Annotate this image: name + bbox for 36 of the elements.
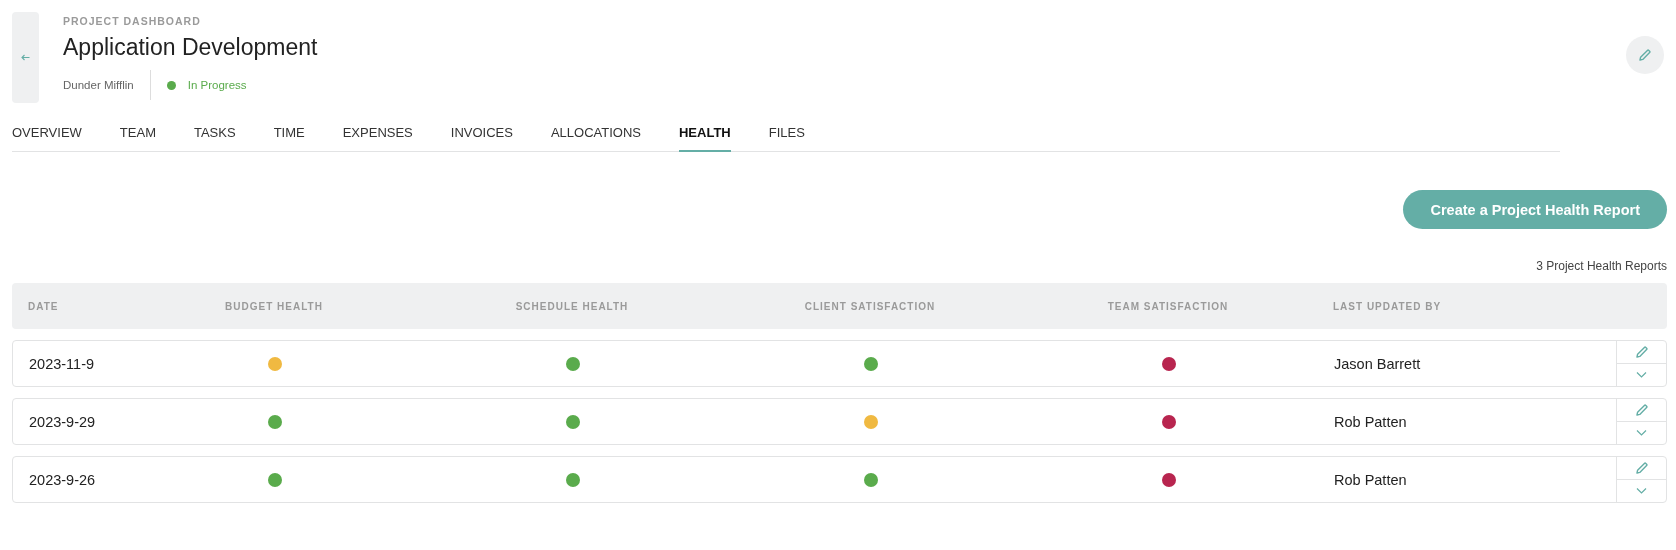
- back-button[interactable]: [12, 12, 39, 103]
- pencil-icon: [1639, 49, 1651, 61]
- chevron-down-icon: [1636, 488, 1647, 494]
- tab[interactable]: FILES: [768, 125, 805, 152]
- column-header: CLIENT SATISFACTION: [803, 300, 937, 312]
- arrow-left-icon: [21, 54, 30, 61]
- pencil-icon: [1635, 404, 1648, 416]
- date-cell-text: 2023-9-29: [28, 413, 97, 430]
- column-header: TEAM SATISFACTION: [1106, 300, 1230, 312]
- tab[interactable]: OVERVIEW: [12, 125, 82, 152]
- tab[interactable]: TEAM: [119, 125, 156, 152]
- page-eyebrow: PROJECT DASHBOARD: [63, 15, 202, 27]
- tab[interactable]: ALLOCATIONS: [550, 125, 641, 152]
- updated-by-cell-text: Rob Patten: [1333, 471, 1408, 488]
- column-header: DATE: [27, 300, 60, 312]
- pencil-icon: [1635, 462, 1648, 474]
- date-cell-text: 2023-11-9: [28, 355, 96, 372]
- project-status: In Progress: [187, 79, 247, 91]
- tab[interactable]: EXPENSES: [342, 125, 413, 152]
- client-name: Dunder Mifflin: [63, 70, 151, 100]
- updated-by-cell-text: Jason Barrett: [1333, 355, 1422, 372]
- column-header: LAST UPDATED BY: [1332, 300, 1443, 312]
- report-count: 3 Project Health Reports: [1535, 259, 1667, 273]
- chevron-down-icon: [1636, 430, 1647, 436]
- date-cell-text: 2023-9-26: [28, 471, 97, 488]
- chevron-down-icon: [1636, 372, 1647, 378]
- column-header: SCHEDULE HEALTH: [514, 300, 630, 312]
- tab[interactable]: HEALTH: [679, 125, 731, 152]
- project-title: Application Development: [63, 34, 319, 61]
- column-header: BUDGET HEALTH: [224, 300, 324, 312]
- pencil-icon: [1635, 346, 1648, 358]
- updated-by-cell-text: Rob Patten: [1333, 413, 1408, 430]
- tab[interactable]: TASKS: [193, 125, 236, 152]
- edit-button[interactable]: [1626, 36, 1664, 74]
- tab[interactable]: INVOICES: [450, 125, 513, 152]
- tab[interactable]: TIME: [273, 125, 305, 152]
